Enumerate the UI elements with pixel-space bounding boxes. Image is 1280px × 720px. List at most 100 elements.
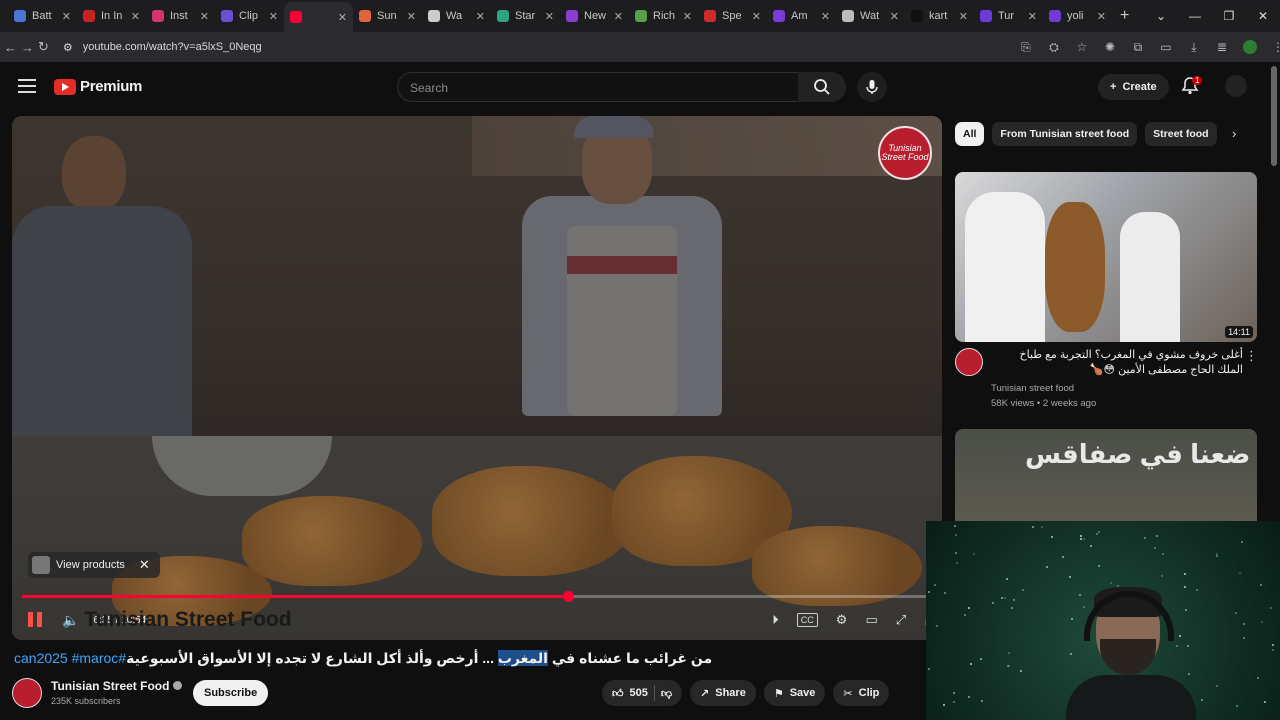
back-icon[interactable]: ← bbox=[4, 40, 17, 55]
tab-label: Am bbox=[791, 10, 808, 22]
tab-favicon-icon bbox=[83, 10, 95, 22]
fullscreen-icon[interactable]: ⤢ bbox=[896, 612, 906, 628]
browser-tab[interactable]: kart ✕ bbox=[905, 3, 974, 29]
puzzle-icon[interactable]: ⧉ bbox=[1131, 40, 1145, 55]
recommended-video-thumbnail[interactable]: ضعنا في صفاقس bbox=[955, 429, 1257, 524]
settings-gear-icon[interactable]: ⚙ bbox=[836, 612, 848, 628]
progress-bar[interactable] bbox=[22, 591, 932, 602]
chevron-right-icon[interactable]: › bbox=[1232, 126, 1236, 141]
tab-close-icon[interactable]: ✕ bbox=[1028, 10, 1037, 23]
tab-close-icon[interactable]: ✕ bbox=[476, 10, 485, 23]
browser-tab[interactable]: Rich ✕ bbox=[629, 3, 698, 29]
tab-close-icon[interactable]: ✕ bbox=[131, 10, 140, 23]
browser-tab[interactable]: Wa ✕ bbox=[422, 3, 491, 29]
tab-close-icon[interactable]: ✕ bbox=[614, 10, 623, 23]
tab-close-icon[interactable]: ✕ bbox=[200, 10, 209, 23]
tab-close-icon[interactable]: ✕ bbox=[821, 10, 830, 23]
browser-tab[interactable]: Inst ✕ bbox=[146, 3, 215, 29]
video-player[interactable]: Tunisian Street Food View products ✕ 🔈 6… bbox=[12, 116, 942, 640]
browser-tab[interactable]: Sun ✕ bbox=[353, 3, 422, 29]
close-window-button[interactable]: ✕ bbox=[1246, 0, 1280, 32]
recommended-channel-name[interactable]: Tunisian street food bbox=[991, 383, 1074, 394]
browser-tab[interactable]: In In ✕ bbox=[77, 3, 146, 29]
channel-avatar[interactable] bbox=[955, 348, 983, 376]
browser-tab[interactable]: Clip ✕ bbox=[215, 3, 284, 29]
reload-icon[interactable]: ↻ bbox=[38, 39, 49, 55]
translate-icon[interactable]: ⛭ bbox=[1047, 40, 1061, 55]
tab-close-icon[interactable]: ✕ bbox=[407, 10, 416, 23]
video-watermark-text: Tunisian Street Food bbox=[84, 608, 292, 631]
dislike-icon[interactable]: 👎︎ bbox=[661, 687, 672, 700]
recommended-video-title[interactable]: أغلى خروف مشوي في المغرب؟ التجربة مع طبا… bbox=[991, 348, 1244, 378]
url-field[interactable]: ⚙ youtube.com/watch?v=a5lxS_0Neqg bbox=[59, 35, 929, 59]
pause-button[interactable] bbox=[28, 612, 44, 628]
tab-close-icon[interactable]: ✕ bbox=[959, 10, 968, 23]
bookmark-star-icon[interactable]: ☆ bbox=[1075, 40, 1089, 54]
sidepanel-icon[interactable]: ▭ bbox=[1159, 40, 1173, 54]
browser-tab[interactable]: Star ✕ bbox=[491, 3, 560, 29]
account-avatar[interactable] bbox=[1225, 75, 1247, 97]
miniplayer-icon[interactable]: ▭ bbox=[865, 612, 877, 628]
view-products-button[interactable]: View products ✕ bbox=[28, 552, 160, 578]
site-info-icon[interactable]: ⚙ bbox=[63, 41, 73, 54]
tab-close-icon[interactable]: ✕ bbox=[269, 10, 278, 23]
browser-tab[interactable]: New ✕ bbox=[560, 3, 629, 29]
new-tab-button[interactable]: + bbox=[1120, 7, 1129, 25]
browser-tab[interactable]: Tur ✕ bbox=[974, 3, 1043, 29]
like-count[interactable]: 505 bbox=[630, 687, 648, 699]
chip-street-food[interactable]: Street food bbox=[1145, 122, 1217, 146]
chip-from-channel[interactable]: From Tunisian street food bbox=[992, 122, 1138, 146]
tab-close-icon[interactable]: ✕ bbox=[338, 11, 347, 24]
browser-tab[interactable]: yoli ✕ bbox=[1043, 3, 1112, 29]
captions-button[interactable]: CC bbox=[796, 613, 818, 627]
channel-avatar[interactable] bbox=[12, 678, 42, 708]
save-button[interactable]: ⚑ Save bbox=[763, 680, 826, 706]
logo-text: Premium bbox=[80, 78, 143, 95]
channel-name[interactable]: Tunisian Street Food bbox=[51, 679, 183, 693]
create-button[interactable]: + Create bbox=[1098, 74, 1169, 100]
forward-icon[interactable]: → bbox=[21, 40, 34, 55]
tab-close-icon[interactable]: ✕ bbox=[62, 10, 71, 23]
tab-close-icon[interactable]: ✕ bbox=[890, 10, 899, 23]
install-icon[interactable]: ⎘ bbox=[1019, 40, 1033, 55]
media-icon[interactable]: ≣ bbox=[1215, 40, 1229, 54]
webcam-sparkle bbox=[980, 658, 982, 660]
clip-button[interactable]: ✂ Clip bbox=[833, 680, 890, 706]
menu-kebab-icon[interactable]: ⋮ bbox=[1271, 40, 1280, 54]
recommended-video-thumbnail[interactable]: 14:11 bbox=[955, 172, 1257, 342]
tab-close-icon[interactable]: ✕ bbox=[752, 10, 761, 23]
autoplay-toggle[interactable]: ⏵ bbox=[772, 612, 779, 628]
search-button[interactable] bbox=[798, 72, 846, 102]
like-icon[interactable]: 👍︎ bbox=[612, 687, 624, 700]
hamburger-menu-icon[interactable] bbox=[18, 79, 36, 93]
voice-search-button[interactable] bbox=[857, 72, 887, 102]
close-icon[interactable]: ✕ bbox=[139, 557, 150, 573]
page-scrollbar[interactable] bbox=[1271, 66, 1277, 166]
download-icon[interactable]: ⤓ bbox=[1187, 40, 1201, 55]
profile-avatar[interactable] bbox=[1242, 40, 1257, 54]
extension-icon[interactable]: ✺ bbox=[1103, 40, 1117, 54]
browser-tab[interactable]: Spe ✕ bbox=[698, 3, 767, 29]
maximize-button[interactable]: ❐ bbox=[1212, 0, 1246, 32]
subscribe-button[interactable]: Subscribe bbox=[193, 680, 269, 706]
youtube-header: Premium Search + Create 1 bbox=[0, 62, 1280, 112]
tab-close-icon[interactable]: ✕ bbox=[1097, 10, 1106, 23]
minimize-button[interactable]: — bbox=[1178, 0, 1212, 32]
webcam-sparkle bbox=[1243, 623, 1245, 625]
more-options-icon[interactable]: ⋮ bbox=[1245, 348, 1258, 364]
browser-tab[interactable]: ✕ bbox=[284, 2, 353, 32]
chip-all[interactable]: All bbox=[955, 122, 985, 146]
browser-tab[interactable]: Wat ✕ bbox=[836, 3, 905, 29]
tab-close-icon[interactable]: ✕ bbox=[545, 10, 554, 23]
search-input[interactable]: Search bbox=[397, 72, 799, 102]
youtube-logo[interactable]: Premium bbox=[54, 78, 142, 95]
tab-search-icon[interactable]: ⌄ bbox=[1144, 0, 1178, 32]
scrubber-handle[interactable] bbox=[563, 591, 574, 602]
tab-close-icon[interactable]: ✕ bbox=[683, 10, 692, 23]
share-button[interactable]: ↗ Share bbox=[690, 680, 756, 706]
like-dislike-group: 👍︎ 505 👎︎ bbox=[602, 680, 683, 706]
browser-tab[interactable]: Batt ✕ bbox=[8, 3, 77, 29]
volume-icon[interactable]: 🔈 bbox=[62, 612, 79, 629]
browser-tab[interactable]: Am ✕ bbox=[767, 3, 836, 29]
title-hashtags[interactable]: #can2025 #maroc bbox=[14, 650, 126, 666]
